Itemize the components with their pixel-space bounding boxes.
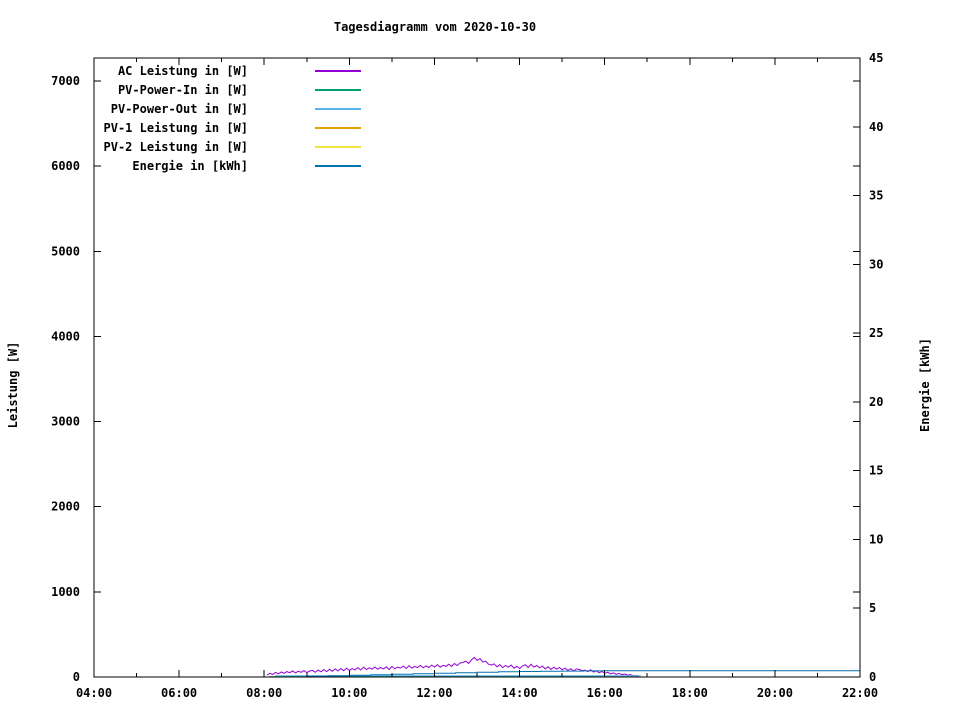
legend-item-pv-1-leistung: PV-1 Leistung in [W] [104, 121, 361, 135]
legend-label: AC Leistung in [W] [118, 64, 248, 78]
y-right-tick-label: 40 [869, 120, 883, 134]
x-tick-label: 16:00 [587, 686, 623, 700]
y-left-tick-label: 2000 [51, 500, 80, 514]
legend-item-ac-leistung: AC Leistung in [W] [118, 64, 361, 78]
x-tick-label: 18:00 [672, 686, 708, 700]
x-tick-label: 10:00 [331, 686, 367, 700]
x-tick-label: 08:00 [246, 686, 282, 700]
y-left-tick-label: 5000 [51, 244, 80, 258]
x-tick-label: 12:00 [416, 686, 452, 700]
y-right-axis-title: Energie [kWh] [918, 338, 932, 432]
y-left-tick-label: 3000 [51, 415, 80, 429]
legend-label: PV-1 Leistung in [W] [104, 121, 249, 135]
y-right-tick-label: 45 [869, 51, 883, 65]
chart-screen: Tagesdiagramm vom 2020-10-30 Leistung [W… [0, 0, 960, 720]
tagesdiagramm-chart: Tagesdiagramm vom 2020-10-30 Leistung [W… [6, 20, 932, 700]
legend-item-pv-power-in: PV-Power-In in [W] [118, 83, 361, 97]
legend-item-pv-power-out: PV-Power-Out in [W] [111, 102, 361, 116]
y-left-tick-label: 7000 [51, 74, 80, 88]
legend-label: PV-Power-In in [W] [118, 83, 248, 97]
legend-item-energie: Energie in [kWh] [132, 159, 361, 173]
y-right-tick-label: 25 [869, 326, 883, 340]
legend-item-pv-2-leistung: PV-2 Leistung in [W] [104, 140, 361, 154]
y-right-tick-label: 10 [869, 532, 883, 546]
legend-label: Energie in [kWh] [132, 159, 248, 173]
y-left-tick-label: 4000 [51, 329, 80, 343]
y-right-tick-label: 30 [869, 257, 883, 271]
x-tick-label: 14:00 [502, 686, 538, 700]
x-tick-label: 06:00 [161, 686, 197, 700]
y-right-tick-label: 0 [869, 670, 876, 684]
y-right-tick-label: 35 [869, 189, 883, 203]
x-tick-label: 20:00 [757, 686, 793, 700]
legend-label: PV-Power-Out in [W] [111, 102, 248, 116]
y-left-tick-label: 0 [73, 670, 80, 684]
y-left-tick-label: 6000 [51, 159, 80, 173]
chart-legend: AC Leistung in [W] PV-Power-In in [W] PV-P… [104, 64, 361, 173]
legend-label: PV-2 Leistung in [W] [104, 140, 249, 154]
y-right-tick-label: 5 [869, 601, 876, 615]
chart-title: Tagesdiagramm vom 2020-10-30 [334, 20, 536, 34]
plot-series-layer [266, 656, 860, 678]
y-right-tick-label: 20 [869, 395, 883, 409]
y-left-tick-label: 1000 [51, 585, 80, 599]
x-tick-label: 04:00 [76, 686, 112, 700]
y-right-tick-label: 15 [869, 464, 883, 478]
y-left-axis-title: Leistung [W] [6, 342, 20, 429]
x-tick-label: 22:00 [842, 686, 878, 700]
